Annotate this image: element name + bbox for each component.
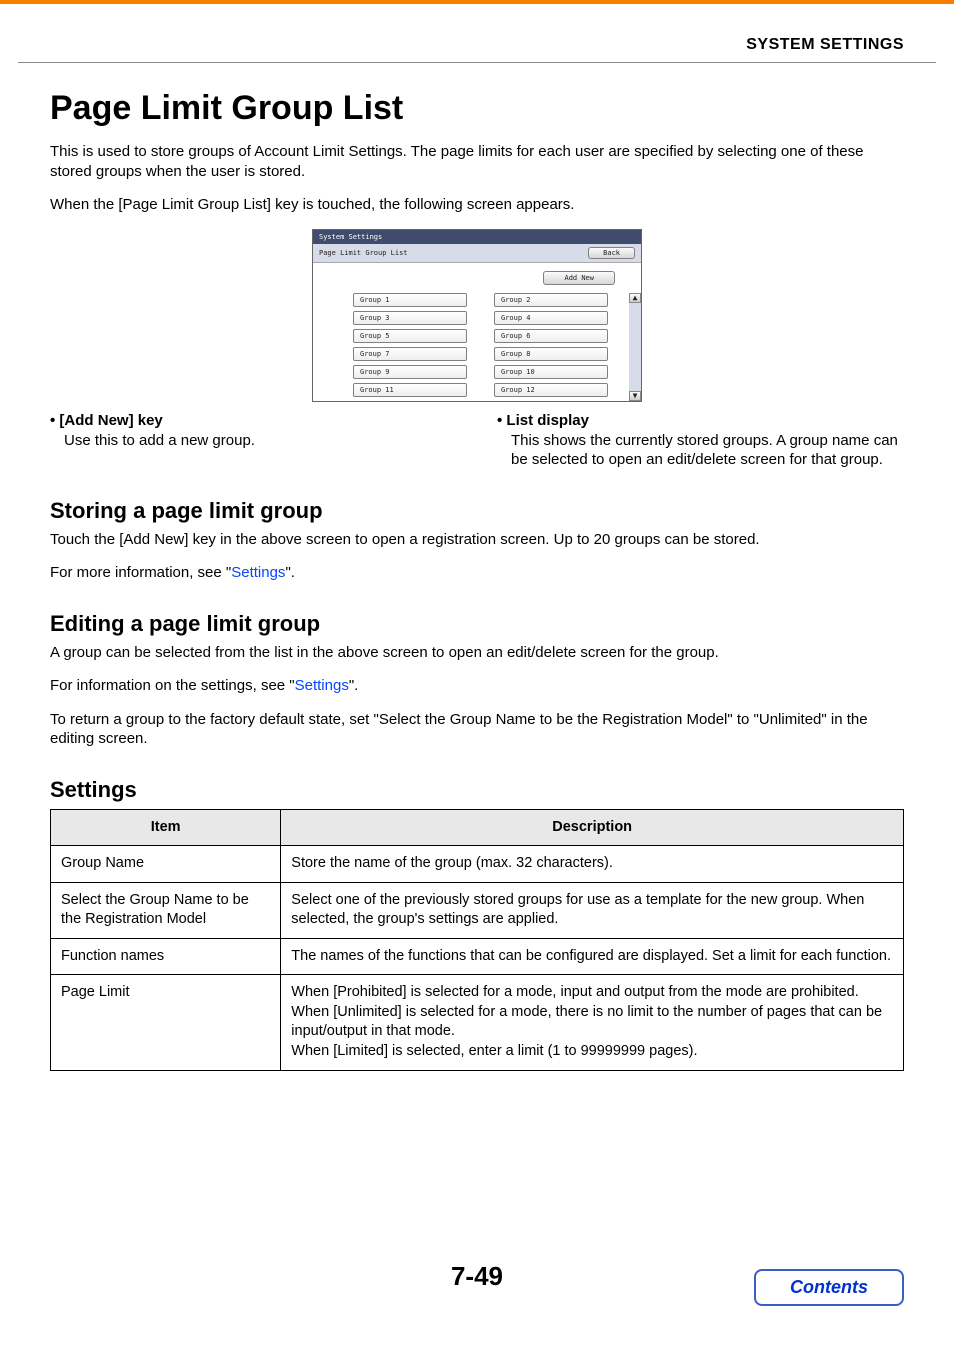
- storing-body-2: For more information, see "Settings".: [50, 563, 904, 583]
- bullet-addnew-body: Use this to add a new group.: [64, 431, 457, 451]
- th-item: Item: [51, 809, 281, 846]
- group-button[interactable]: Group 12: [494, 383, 608, 397]
- settings-table: Item Description Group Name Store the na…: [50, 809, 904, 1071]
- group-button[interactable]: Group 7: [353, 347, 467, 361]
- table-row: Function names The names of the function…: [51, 938, 904, 975]
- group-button[interactable]: Group 4: [494, 311, 608, 325]
- back-button[interactable]: Back: [588, 247, 635, 259]
- editing-body-1: A group can be selected from the list in…: [50, 643, 904, 663]
- header-section-title: SYSTEM SETTINGS: [0, 0, 954, 62]
- scrollbar[interactable]: ▲ ▼: [629, 293, 641, 401]
- table-row: Select the Group Name to be the Registra…: [51, 882, 904, 938]
- group-button[interactable]: Group 1: [353, 293, 467, 307]
- table-row: Group Name Store the name of the group (…: [51, 846, 904, 883]
- scroll-up-icon[interactable]: ▲: [629, 293, 641, 303]
- storing-body-1: Touch the [Add New] key in the above scr…: [50, 530, 904, 550]
- group-button[interactable]: Group 11: [353, 383, 467, 397]
- editing-heading: Editing a page limit group: [50, 611, 904, 637]
- embedded-screenshot: System Settings Page Limit Group List Ba…: [312, 229, 642, 402]
- bullet-addnew-title: • [Add New] key: [50, 412, 457, 429]
- bullet-list-body: This shows the currently stored groups. …: [511, 431, 904, 470]
- settings-link[interactable]: Settings: [295, 677, 349, 694]
- storing-heading: Storing a page limit group: [50, 498, 904, 524]
- page-title: Page Limit Group List: [50, 89, 904, 128]
- settings-heading: Settings: [50, 777, 904, 803]
- scroll-down-icon[interactable]: ▼: [629, 391, 641, 401]
- group-button[interactable]: Group 6: [494, 329, 608, 343]
- group-button[interactable]: Group 8: [494, 347, 608, 361]
- table-row: Page Limit When [Prohibited] is selected…: [51, 975, 904, 1070]
- screenshot-subtitle: Page Limit Group List: [319, 249, 408, 257]
- screenshot-window-title: System Settings: [313, 230, 641, 244]
- intro-paragraph-1: This is used to store groups of Account …: [50, 142, 904, 181]
- bullet-list-title: • List display: [497, 412, 904, 429]
- group-button[interactable]: Group 5: [353, 329, 467, 343]
- intro-paragraph-2: When the [Page Limit Group List] key is …: [50, 195, 904, 215]
- group-button[interactable]: Group 2: [494, 293, 608, 307]
- contents-button[interactable]: Contents: [754, 1269, 904, 1306]
- group-button[interactable]: Group 10: [494, 365, 608, 379]
- add-new-button[interactable]: Add New: [543, 271, 615, 285]
- editing-body-2: For information on the settings, see "Se…: [50, 676, 904, 696]
- editing-body-3: To return a group to the factory default…: [50, 710, 904, 749]
- group-button[interactable]: Group 3: [353, 311, 467, 325]
- page-number: 7-49: [451, 1261, 503, 1291]
- th-desc: Description: [281, 809, 904, 846]
- settings-link[interactable]: Settings: [231, 564, 285, 581]
- group-button[interactable]: Group 9: [353, 365, 467, 379]
